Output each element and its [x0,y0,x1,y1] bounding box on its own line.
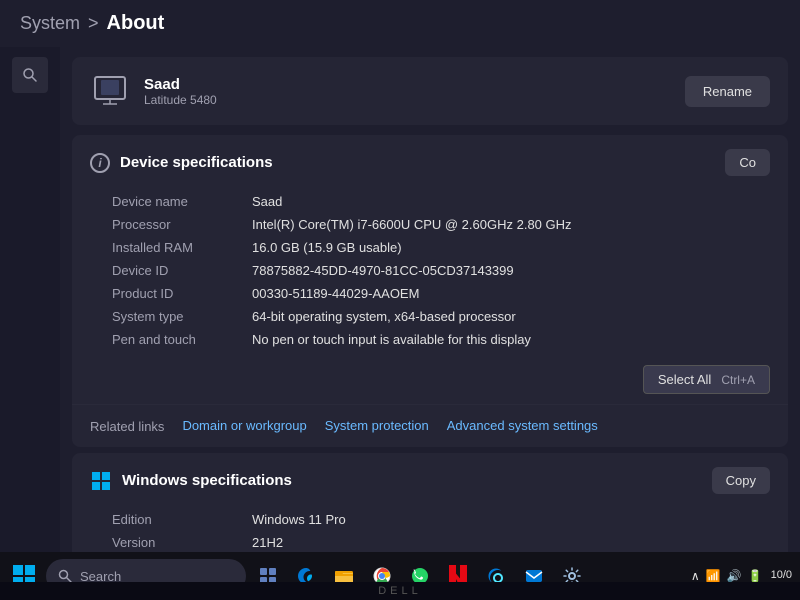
table-row: ProcessorIntel(R) Core(TM) i7-6600U CPU … [112,213,770,236]
chevron-up-icon[interactable]: ∧ [691,569,700,583]
sidebar-search-icon[interactable] [12,57,48,93]
device-specs-section: i Device specifications Co Device nameSa… [72,135,788,447]
table-row: Product ID00330-51189-44029-AAOEM [112,282,770,305]
select-all-container: Select All Ctrl+A [72,361,788,404]
windows-specs-section: Windows specifications Copy EditionWindo… [72,453,788,553]
spec-label: Version [112,535,252,550]
related-link[interactable]: Advanced system settings [447,418,598,433]
table-row: Installed RAM16.0 GB (15.9 GB usable) [112,236,770,259]
battery-icon[interactable]: 🔋 [748,569,763,583]
select-all-shortcut: Ctrl+A [721,373,755,387]
taskbar-system-icons: ∧ 📶 🔊 🔋 [691,569,763,583]
select-all-label: Select All [658,372,711,387]
spec-label: Processor [112,217,252,232]
spec-label: Edition [112,512,252,527]
related-link[interactable]: Domain or workgroup [182,418,306,433]
windows-specs-table: EditionWindows 11 ProVersion21H2Installe… [72,504,788,553]
section-title-row: i Device specifications [90,153,273,173]
spec-label: Device ID [112,263,252,278]
pc-info-card: Saad Latitude 5480 Rename [72,57,788,125]
spec-label: Device name [112,194,252,209]
spec-label: Installed RAM [112,240,252,255]
spec-value: Saad [252,194,770,209]
table-row: System type64-bit operating system, x64-… [112,305,770,328]
spec-value: 21H2 [252,535,770,550]
spec-value: Intel(R) Core(TM) i7-6600U CPU @ 2.60GHz… [252,217,770,232]
spec-value: 00330-51189-44029-AAOEM [252,286,770,301]
pc-details: Saad Latitude 5480 [144,76,217,107]
spec-value: 64-bit operating system, x64-based proce… [252,309,770,324]
page-header: System > About [0,0,800,47]
spec-value: 16.0 GB (15.9 GB usable) [252,240,770,255]
device-specs-table: Device nameSaadProcessorIntel(R) Core(TM… [72,186,788,361]
device-specs-title: Device specifications [120,154,273,171]
pc-icon [90,71,130,111]
windows-icon [90,470,112,492]
breadcrumb-system[interactable]: System [20,13,80,34]
pc-name: Saad [144,76,217,93]
windows-specs-title: Windows specifications [122,472,292,489]
related-links-label: Related links [90,419,164,434]
rename-button[interactable]: Rename [685,76,770,107]
pc-info-left: Saad Latitude 5480 [90,71,217,111]
pc-model: Latitude 5480 [144,93,217,107]
table-row: Device ID78875882-45DD-4970-81CC-05CD371… [112,259,770,282]
windows-specs-header: Windows specifications Copy [72,453,788,504]
table-row: Version21H2 [112,531,770,553]
wifi-icon[interactable]: 📶 [706,569,721,583]
spec-value: No pen or touch input is available for t… [252,332,770,347]
breadcrumb-separator: > [88,13,99,34]
spec-label: Product ID [112,286,252,301]
copy-partial-button[interactable]: Co [725,149,770,176]
volume-icon[interactable]: 🔊 [727,569,742,583]
select-all-button[interactable]: Select All Ctrl+A [643,365,770,394]
spec-value: 78875882-45DD-4970-81CC-05CD37143399 [252,263,770,278]
win-section-title-row: Windows specifications [90,470,292,492]
related-link[interactable]: System protection [325,418,429,433]
table-row: Pen and touchNo pen or touch input is av… [112,328,770,351]
related-links: Related links Domain or workgroup System … [72,404,788,447]
spec-label: Pen and touch [112,332,252,347]
main-content: Saad Latitude 5480 Rename i Device speci… [0,47,800,553]
sidebar [0,47,60,553]
content-area: Saad Latitude 5480 Rename i Device speci… [60,47,800,553]
breadcrumb-about: About [107,12,165,35]
copy-windows-button[interactable]: Copy [712,467,770,494]
dell-logo-text: DELL [378,585,422,597]
table-row: EditionWindows 11 Pro [112,508,770,531]
breadcrumb: System > About [20,12,164,35]
table-row: Device nameSaad [112,190,770,213]
dell-bar: DELL [0,582,800,600]
info-icon: i [90,153,110,173]
spec-value: Windows 11 Pro [252,512,770,527]
spec-label: System type [112,309,252,324]
device-specs-header: i Device specifications Co [72,135,788,186]
